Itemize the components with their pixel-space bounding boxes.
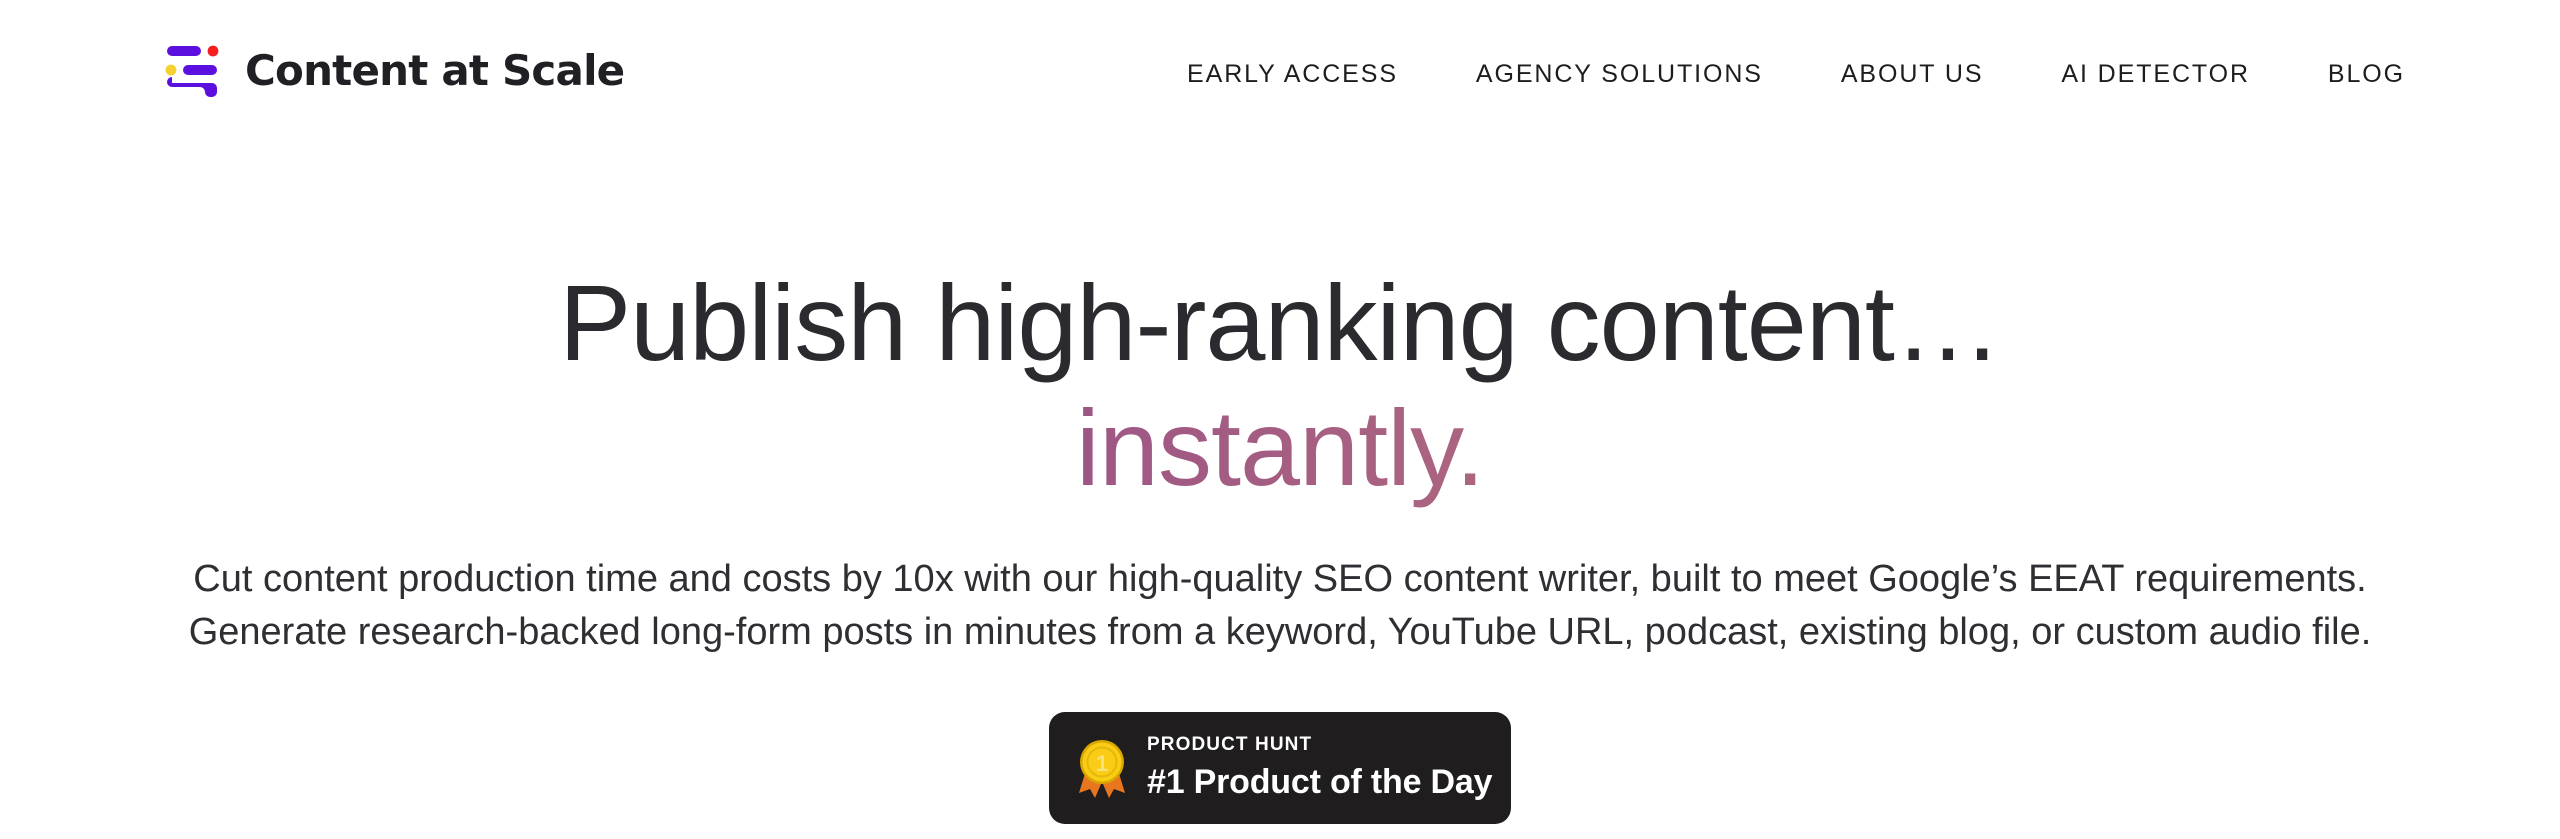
hero-subtitle: Cut content production time and costs by… — [0, 553, 2560, 661]
nav-item-about-us[interactable]: ABOUT US — [1841, 54, 1984, 95]
brand-logo-link[interactable]: Content at Scale — [163, 42, 625, 98]
gold-medal-icon: 1 — [1075, 737, 1129, 799]
page-root: Content at Scale EARLY ACCESS AGENCY SOL… — [0, 0, 2560, 839]
product-hunt-title: #1 Product of the Day — [1147, 762, 1493, 801]
hero-subtitle-line-2: Generate research-backed long-form posts… — [188, 611, 2372, 654]
nav-item-early-access[interactable]: EARLY ACCESS — [1187, 54, 1398, 95]
svg-text:1: 1 — [1096, 751, 1108, 776]
hero-subtitle-line-1: Cut content production time and costs by… — [193, 557, 2367, 600]
site-header: Content at Scale EARLY ACCESS AGENCY SOL… — [0, 0, 2560, 150]
product-hunt-kicker: PRODUCT HUNT — [1147, 733, 1313, 755]
hero-headline-accent: instantly. — [0, 385, 2560, 510]
nav-item-ai-detector[interactable]: AI DETECTOR — [2061, 54, 2250, 95]
nav-item-blog[interactable]: BLOG — [2328, 54, 2405, 95]
hero-headline: Publish high-ranking content… instantly. — [0, 150, 2560, 511]
main-nav: EARLY ACCESS AGENCY SOLUTIONS ABOUT US A… — [1187, 54, 2405, 95]
product-hunt-badge-text: PRODUCT HUNT #1 Product of the Day — [1147, 733, 1493, 803]
content-at-scale-logo-icon — [163, 42, 229, 98]
hero-section: Publish high-ranking content… instantly.… — [0, 150, 2560, 825]
product-hunt-badge[interactable]: 1 PRODUCT HUNT #1 Product of the Day — [1049, 712, 1511, 825]
product-hunt-badge-wrapper: 1 PRODUCT HUNT #1 Product of the Day — [0, 712, 2560, 825]
hero-headline-line-1: Publish high-ranking content… — [559, 262, 2002, 383]
brand-name: Content at Scale — [245, 45, 625, 95]
nav-item-agency-solutions[interactable]: AGENCY SOLUTIONS — [1476, 54, 1763, 95]
